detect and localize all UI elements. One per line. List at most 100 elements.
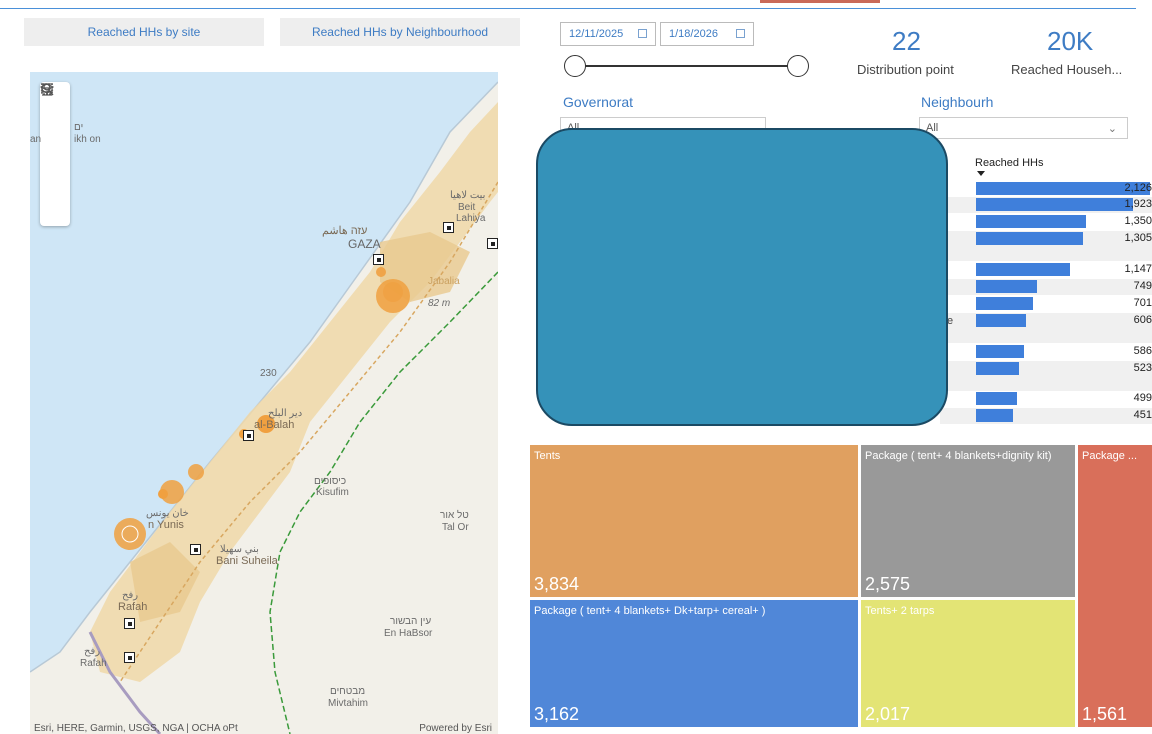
treemap-tile[interactable]: Tents 3,834 xyxy=(530,445,858,597)
treemap-tile-label: Package ... xyxy=(1082,450,1138,462)
distribution-point-marker[interactable] xyxy=(373,254,384,265)
neighbourhood-dropdown[interactable]: All ⌄ xyxy=(919,117,1128,139)
table-row-value: 499 xyxy=(1133,392,1152,404)
map-label-lahiya: Lahiya xyxy=(456,213,486,224)
map-label-bani: Bani Suheila xyxy=(216,555,278,567)
kpi-reached-households-label: Reached Househ... xyxy=(1011,62,1123,77)
date-slider-track[interactable] xyxy=(575,65,798,67)
table-row-value: 1,923 xyxy=(1124,198,1152,210)
distribution-point-marker[interactable] xyxy=(124,652,135,663)
table-row-value: 1,147 xyxy=(1124,263,1152,275)
map-label-elevation: 82 m xyxy=(428,298,451,309)
treemap-tile-value: 3,834 xyxy=(534,574,580,594)
table-row-value: 451 xyxy=(1133,409,1152,421)
map-label-deir-ar: دير البلح xyxy=(268,408,303,419)
table-row-value: 701 xyxy=(1133,297,1152,309)
treemap-tile[interactable]: Package ... 1,561 xyxy=(1078,445,1152,727)
treemap-tile-value: 3,162 xyxy=(534,704,580,724)
column-header-reached-hhs[interactable]: Reached HHs xyxy=(975,157,1043,169)
neighbourhood-filter-title: Neighbourh xyxy=(921,94,994,110)
sort-descending-icon[interactable] xyxy=(977,171,985,176)
map-label-enhabsor: En HaBsor xyxy=(384,628,433,639)
treemap-tile-label: Package ( tent+ 4 blankets+ Dk+tarp+ cer… xyxy=(534,605,766,617)
table-row-bar[interactable] xyxy=(976,362,1019,375)
map-attribution: Esri, HERE, Garmin, USGS, NGA | OCHA oPt xyxy=(34,723,238,734)
map-label-gaza: GAZA xyxy=(348,237,381,251)
site-bubble xyxy=(188,464,204,480)
table-row-bar[interactable] xyxy=(976,280,1037,293)
map-label-bani-ar: بني سهيلا xyxy=(220,544,259,555)
table-row-bar[interactable] xyxy=(976,232,1083,245)
treemap-tile-label: Package ( tent+ 4 blankets+dignity kit) xyxy=(865,450,1052,462)
table-row-bar[interactable] xyxy=(976,263,1070,276)
site-bubble xyxy=(114,518,146,550)
distribution-point-marker[interactable] xyxy=(124,618,135,629)
start-date-value: 12/11/2025 xyxy=(569,28,624,40)
start-date-input[interactable]: 12/11/2025 xyxy=(560,22,656,46)
map-label-road: 230 xyxy=(260,368,277,379)
date-slider-end-handle[interactable] xyxy=(787,55,809,77)
header-accent xyxy=(760,0,880,3)
table-row-bar[interactable] xyxy=(976,215,1086,228)
table-row-bar[interactable] xyxy=(976,409,1013,422)
map-label-rafah-ar: رفح xyxy=(122,590,139,601)
treemap-tile[interactable]: Tents+ 2 tarps 2,017 xyxy=(861,600,1075,727)
map-label-rafah2-ar: رفح xyxy=(84,646,101,657)
map-label-deir: al-Balah xyxy=(254,419,295,431)
distribution-point-marker[interactable] xyxy=(190,544,201,555)
map-label-talor-he: טל אור xyxy=(440,510,469,521)
header-rule xyxy=(0,8,1136,9)
map-label-rafah: Rafah xyxy=(118,601,148,613)
distribution-point-marker[interactable] xyxy=(487,238,498,249)
table-row-value: 523 xyxy=(1133,362,1152,374)
table-row-value: 1,305 xyxy=(1124,232,1152,244)
map-label-khan: n Yunis xyxy=(148,519,184,531)
end-date-input[interactable]: 1/18/2026 xyxy=(660,22,754,46)
date-slider-start-handle[interactable] xyxy=(564,55,586,77)
table-row-value: 2,126 xyxy=(1124,182,1152,194)
map-label-sea-left: an xyxy=(30,134,42,145)
distribution-point-marker[interactable] xyxy=(243,430,254,441)
map-label-sea: ים xyxy=(74,122,84,133)
treemap-tile-label: Tents+ 2 tarps xyxy=(865,605,935,617)
map-label-beit: Beit xyxy=(458,202,476,213)
site-bubble xyxy=(383,282,403,302)
map-label-mivtahim-he: מבטחים xyxy=(330,686,366,697)
select-box-icon[interactable] xyxy=(41,83,64,164)
kpi-distribution-points-label: Distribution point xyxy=(857,62,954,77)
governorate-filter-title: Governorat xyxy=(563,94,634,110)
treemap-tile-value: 1,561 xyxy=(1082,704,1128,724)
treemap-tile[interactable]: Package ( tent+ 4 blankets+ Dk+tarp+ cer… xyxy=(530,600,858,727)
site-bubble xyxy=(158,489,168,499)
map-label-beit-ar: بيت لاهيا xyxy=(450,190,486,201)
map-label-jabalia: Jabalia xyxy=(428,276,460,287)
calendar-icon[interactable] xyxy=(736,29,745,38)
search-icon[interactable] xyxy=(41,83,64,193)
tab-reached-by-neighbourhood[interactable]: Reached HHs by Neighbourhood xyxy=(280,18,520,46)
table-row-bar[interactable] xyxy=(976,345,1024,358)
table-row-bar[interactable] xyxy=(976,297,1033,310)
map-view[interactable]: ים an ikh on بيت لاهيا Beit Lahiya עזה ه… xyxy=(30,72,498,734)
chevron-down-icon: ⌄ xyxy=(1107,123,1117,135)
table-row-value: 606 xyxy=(1133,314,1152,326)
end-date-value: 1/18/2026 xyxy=(669,28,718,40)
user-icon[interactable] xyxy=(42,83,64,222)
kpi-distribution-points-value: 22 xyxy=(892,26,921,56)
map-label-gaza-local: עזה هاشم xyxy=(322,225,368,237)
map-label-kisufim: Kisufim xyxy=(316,487,349,498)
map-label-talor: Tal Or xyxy=(442,522,469,533)
treemap-tile[interactable]: Package ( tent+ 4 blankets+dignity kit) … xyxy=(861,445,1075,597)
calendar-icon[interactable] xyxy=(638,29,647,38)
kpi-reached-households-value: 20K xyxy=(1047,26,1094,56)
tab-reached-by-site[interactable]: Reached HHs by site xyxy=(24,18,264,46)
distribution-point-marker[interactable] xyxy=(443,222,454,233)
map-label-mivtahim: Mivtahim xyxy=(328,698,369,709)
table-row-value: 1,350 xyxy=(1124,215,1152,227)
map-powered-by[interactable]: Powered by Esri xyxy=(419,723,492,734)
table-row-bar[interactable] xyxy=(976,314,1026,327)
treemap-tile-value: 2,575 xyxy=(865,574,911,594)
table-row-bar[interactable] xyxy=(976,392,1017,405)
map-label-khan-ar: خان يونس xyxy=(146,508,189,519)
layers-icon[interactable] xyxy=(40,83,64,135)
treemap-tile-label: Tents xyxy=(534,450,561,462)
